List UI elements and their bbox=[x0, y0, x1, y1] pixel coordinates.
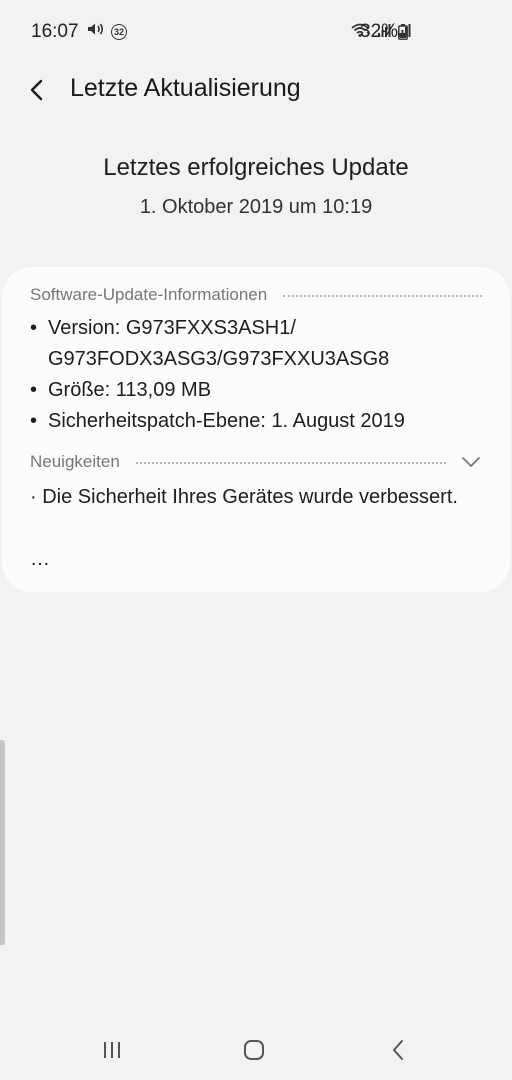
news-section-label: Neuigkeiten bbox=[30, 452, 120, 471]
home-icon bbox=[244, 1040, 264, 1060]
info-item-security-patch: Sicherheitspatch-Ebene: 1. August 2019 bbox=[30, 406, 490, 437]
status-bar: 16:07 32 32% bbox=[0, 0, 512, 64]
news-text: · Die Sicherheit Ihres Gerätes wurde ver… bbox=[30, 486, 458, 508]
volume-icon bbox=[87, 22, 105, 41]
back-icon bbox=[393, 1040, 403, 1060]
news-section-header[interactable]: Neuigkeiten bbox=[30, 452, 482, 472]
info-item-size: Größe: 113,09 MB bbox=[30, 375, 490, 406]
update-info-card: Software-Update-Informationen Version: G… bbox=[2, 267, 510, 592]
battery-icon bbox=[398, 24, 408, 45]
info-item-version: Version: G973FXXS3ASH1/ G973FODX3ASG3/G9… bbox=[30, 313, 490, 375]
home-button[interactable] bbox=[234, 1030, 274, 1070]
recents-icon bbox=[104, 1042, 120, 1058]
chevron-down-icon[interactable] bbox=[460, 455, 482, 469]
update-date: 1. Oktober 2019 um 10:19 bbox=[139, 196, 373, 218]
edge-panel-handle[interactable] bbox=[0, 740, 5, 945]
back-arrow-icon bbox=[30, 79, 43, 101]
dotted-divider bbox=[283, 295, 482, 297]
status-left-icons: 32 bbox=[87, 22, 127, 41]
navigation-bar bbox=[0, 1016, 512, 1080]
info-section-header: Software-Update-Informationen bbox=[30, 285, 482, 305]
info-list: Version: G973FXXS3ASH1/ G973FODX3ASG3/G9… bbox=[30, 313, 490, 437]
page-title: Letzte Aktualisierung bbox=[70, 74, 301, 102]
recents-button[interactable] bbox=[92, 1030, 132, 1070]
battery-percent: 32% bbox=[360, 21, 399, 42]
update-status-title: Letztes erfolgreiches Update bbox=[103, 154, 409, 181]
nav-back-button[interactable] bbox=[378, 1030, 418, 1070]
notification-badge-icon: 32 bbox=[111, 23, 127, 40]
back-button[interactable] bbox=[18, 72, 54, 108]
news-ellipsis: … bbox=[30, 548, 50, 570]
info-section-label: Software-Update-Informationen bbox=[30, 285, 268, 304]
dotted-divider bbox=[135, 462, 446, 464]
status-time: 16:07 bbox=[31, 21, 79, 42]
app-header: Letzte Aktualisierung bbox=[0, 64, 512, 118]
